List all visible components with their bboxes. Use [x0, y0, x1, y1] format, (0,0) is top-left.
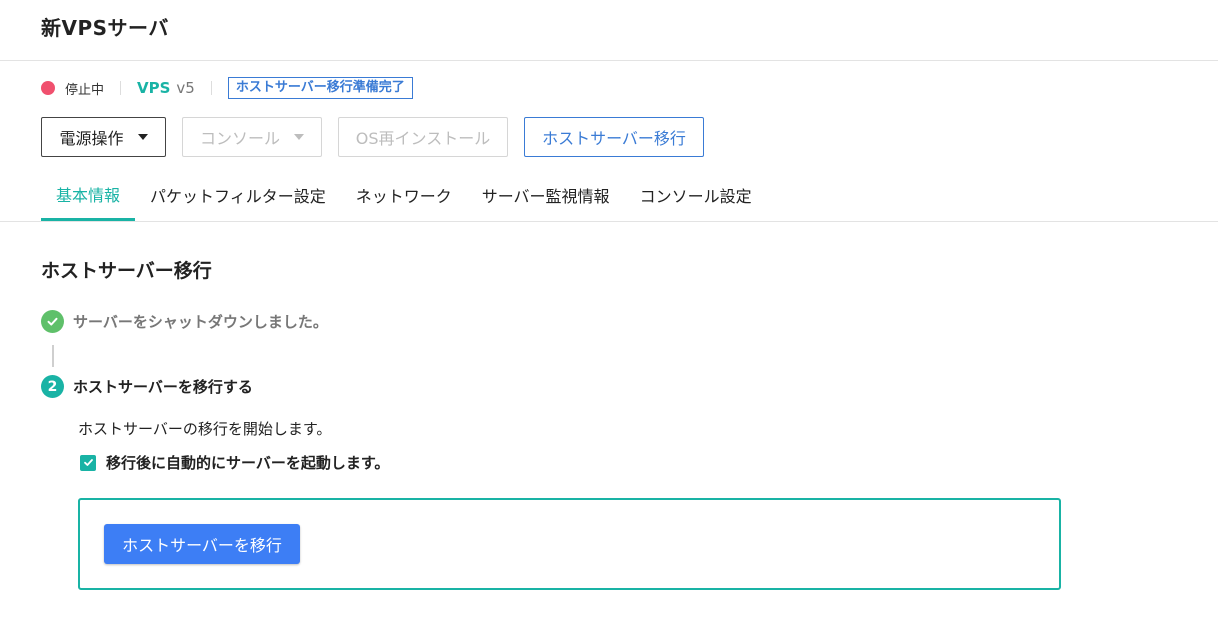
console-label: コンソール [199, 129, 280, 148]
power-operation-label: 電源操作 [59, 129, 124, 148]
tab-network[interactable]: ネットワーク [341, 169, 467, 221]
status-dot-icon [41, 81, 55, 95]
host-migration-button[interactable]: ホストサーバー移行 [524, 117, 704, 157]
caret-down-icon [294, 134, 304, 140]
check-circle-icon [41, 310, 64, 333]
start-migration-button[interactable]: ホストサーバーを移行 [104, 524, 300, 564]
section-title: ホストサーバー移行 [41, 260, 212, 282]
auto-start-checkbox[interactable] [80, 454, 96, 471]
step-connector-line [52, 345, 54, 367]
tab-console-settings[interactable]: コンソール設定 [625, 169, 767, 221]
caret-down-icon [137, 134, 148, 140]
console-button[interactable]: コンソール [182, 117, 322, 157]
tab-basic-info[interactable]: 基本情報 [41, 169, 136, 221]
tab-packet-filter[interactable]: パケットフィルター設定 [135, 169, 341, 221]
tab-bar: 基本情報 パケットフィルター設定 ネットワーク サーバー監視情報 コンソール設定 [0, 169, 1218, 222]
plan-name: VPS [137, 79, 171, 97]
page-title: 新VPSサーバ [41, 16, 169, 40]
server-status-row: 停止中 VPS v5 ホストサーバー移行準備完了 [41, 77, 413, 99]
auto-start-label: 移行後に自動的にサーバーを起動します。 [106, 454, 390, 472]
step-migrate-description: ホストサーバーの移行を開始します。 [78, 420, 332, 438]
step-number-badge: 2 [41, 375, 64, 398]
os-reinstall-button[interactable]: OS再インストール [338, 117, 508, 157]
page-header: 新VPSサーバ [0, 0, 1218, 61]
auto-start-option[interactable]: 移行後に自動的にサーバーを起動します。 [80, 452, 389, 473]
divider [210, 81, 212, 95]
tab-server-monitoring[interactable]: サーバー監視情報 [467, 169, 625, 221]
plan-version: v5 [176, 79, 195, 97]
step-migrate: 2 ホストサーバーを移行する [41, 375, 253, 398]
migration-action-panel: ホストサーバーを移行 [78, 498, 1061, 590]
step-shutdown: サーバーをシャットダウンしました。 [41, 310, 328, 333]
step-migrate-text: ホストサーバーを移行する [73, 378, 253, 396]
toolbar: 電源操作 コンソール OS再インストール ホストサーバー移行 [41, 117, 720, 157]
divider [120, 81, 122, 95]
power-operation-button[interactable]: 電源操作 [41, 117, 166, 157]
migration-ready-badge: ホストサーバー移行準備完了 [227, 77, 413, 99]
step-shutdown-text: サーバーをシャットダウンしました。 [73, 313, 328, 331]
status-text: 停止中 [65, 82, 105, 98]
